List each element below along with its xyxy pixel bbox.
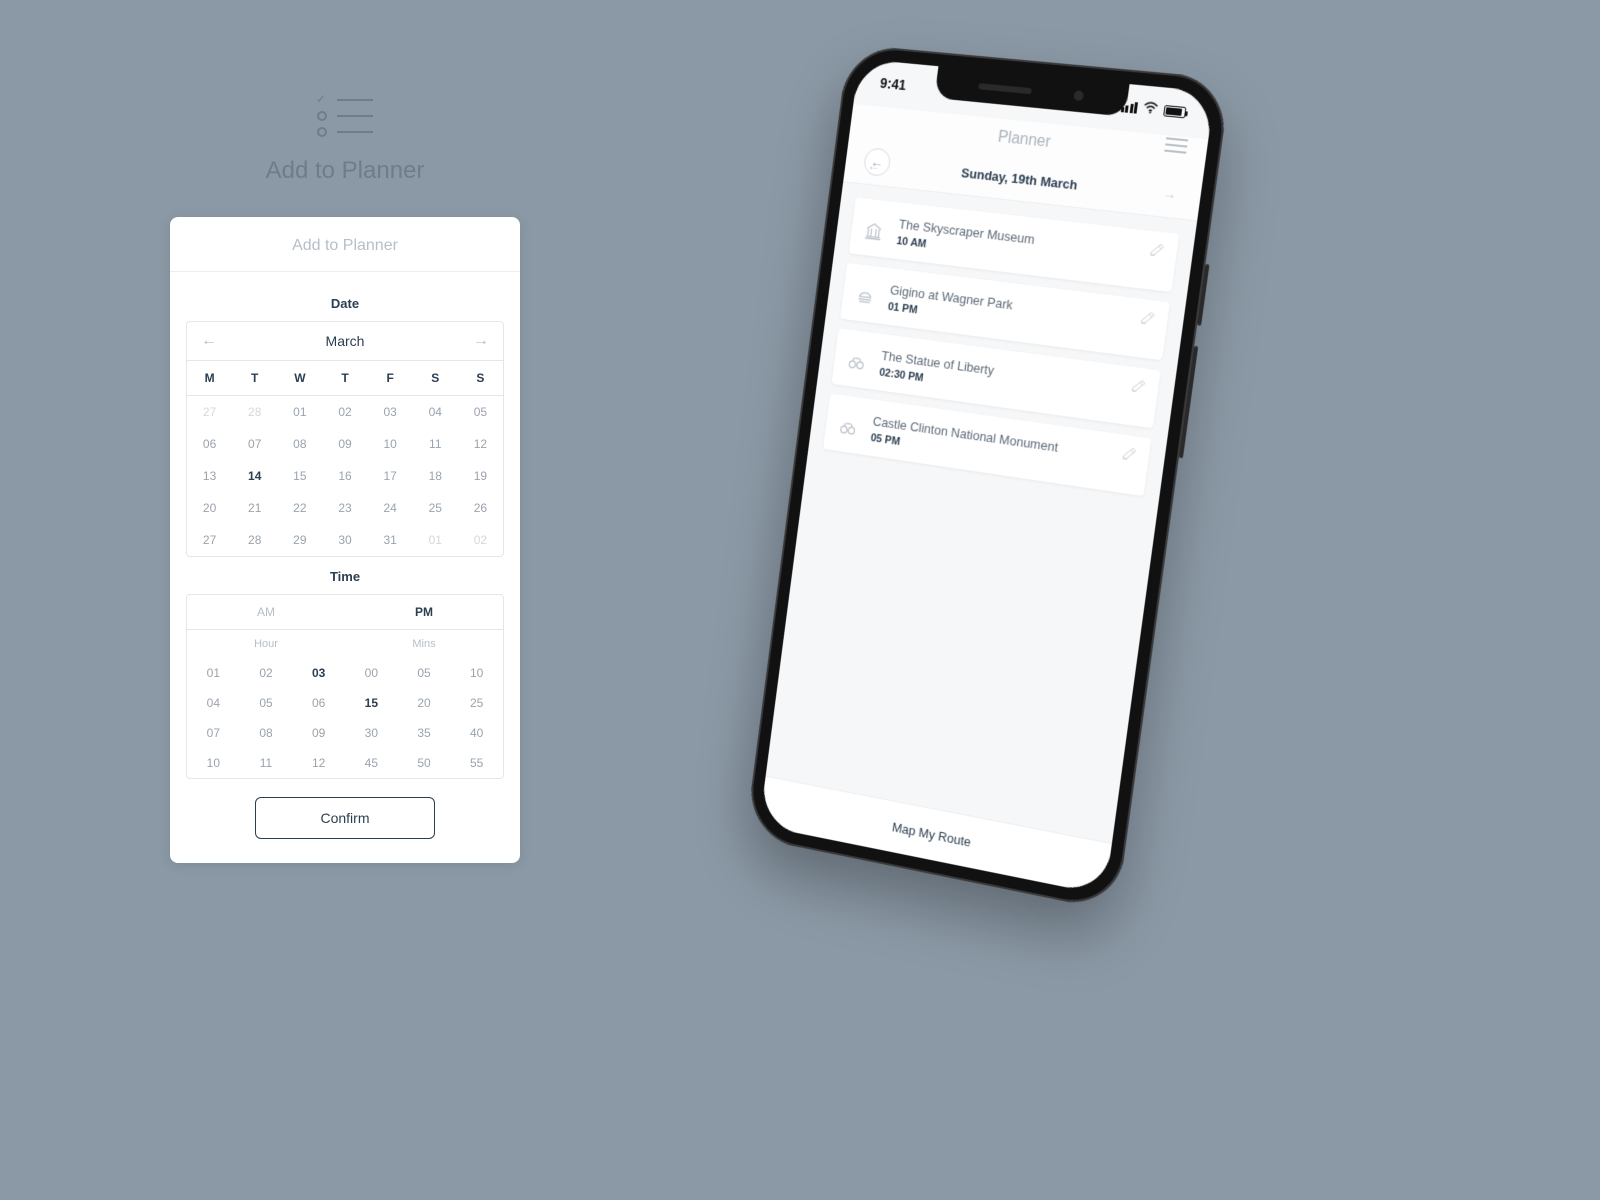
pm-toggle[interactable]: PM [345,595,503,629]
hour-option[interactable]: 12 [292,748,345,778]
weekday-label: T [322,361,367,395]
hour-option[interactable]: 03 [292,658,345,688]
calendar-day[interactable]: 08 [277,428,322,460]
date-section-label: Date [186,296,504,311]
weekday-label: F [368,361,413,395]
calendar-day[interactable]: 02 [322,396,367,428]
wifi-icon [1142,100,1159,117]
edit-button[interactable] [1147,241,1166,263]
calendar-day[interactable]: 21 [232,492,277,524]
calendar-day[interactable]: 12 [458,428,503,460]
calendar-day[interactable]: 28 [232,524,277,556]
hour-option[interactable]: 01 [187,658,240,688]
calendar-day[interactable]: 06 [187,428,232,460]
edit-button[interactable] [1138,309,1157,331]
calendar-day[interactable]: 05 [458,396,503,428]
calendar-day[interactable]: 04 [413,396,458,428]
calendar-day[interactable]: 27 [187,396,232,428]
weekday-label: M [187,361,232,395]
hour-option[interactable]: 08 [240,718,293,748]
hour-option[interactable]: 09 [292,718,345,748]
minute-option[interactable]: 10 [450,658,503,688]
calendar-day[interactable]: 13 [187,460,232,492]
museum-icon [863,220,885,247]
calendar-day[interactable]: 30 [322,524,367,556]
weekday-label: W [277,361,322,395]
weekday-label: S [413,361,458,395]
add-to-planner-card: Add to Planner Date ← March → MTWTFSS 27… [170,217,520,863]
binoculars-icon [837,417,858,444]
binoculars-icon [846,351,867,378]
food-icon [854,286,875,313]
hour-option[interactable]: 05 [240,688,293,718]
calendar-day[interactable]: 01 [413,524,458,556]
plan-list: The Skyscraper Museum10 AMGigino at Wagn… [766,182,1197,843]
calendar-day[interactable]: 07 [232,428,277,460]
calendar-day[interactable]: 26 [458,492,503,524]
month-label: March [326,333,365,349]
minute-option[interactable]: 40 [450,718,503,748]
weekday-row: MTWTFSS [187,361,503,396]
page-title: Add to Planner [170,157,520,185]
minute-option[interactable]: 35 [398,718,451,748]
calendar-day[interactable]: 28 [232,396,277,428]
calendar-day[interactable]: 01 [277,396,322,428]
calendar-day[interactable]: 15 [277,460,322,492]
calendar-day[interactable]: 25 [413,492,458,524]
calendar-day[interactable]: 22 [277,492,322,524]
hour-option[interactable]: 10 [187,748,240,778]
calendar-day[interactable]: 27 [187,524,232,556]
phone-frame: 9:41 Planner ← → ← Sunday [745,44,1231,912]
hour-label: Hour [187,630,345,658]
calendar-day[interactable]: 10 [368,428,413,460]
am-toggle[interactable]: AM [187,595,345,629]
minute-option[interactable]: 50 [398,748,451,778]
hour-option[interactable]: 02 [240,658,293,688]
minute-option[interactable]: 00 [345,658,398,688]
minute-option[interactable]: 55 [450,748,503,778]
calendar-day[interactable]: 16 [322,460,367,492]
calendar-day[interactable]: 19 [458,460,503,492]
menu-button[interactable] [1164,137,1188,154]
calendar-day[interactable]: 11 [413,428,458,460]
time-section-label: Time [186,569,504,584]
time-box: AM PM Hour 010203040506070809101112 Mins… [186,594,504,779]
calendar-day[interactable]: 17 [368,460,413,492]
calendar-day[interactable]: 14 [232,460,277,492]
calendar-day[interactable]: 02 [458,524,503,556]
calendar-day[interactable]: 24 [368,492,413,524]
mins-label: Mins [345,630,503,658]
minute-option[interactable]: 15 [345,688,398,718]
battery-icon [1163,104,1186,117]
next-month-button[interactable]: → [473,332,489,350]
minute-option[interactable]: 05 [398,658,451,688]
prev-month-button[interactable]: ← [201,332,217,350]
hour-option[interactable]: 04 [187,688,240,718]
card-title: Add to Planner [170,217,520,272]
minute-option[interactable]: 45 [345,748,398,778]
calendar-box: ← March → MTWTFSS 2728010203040506070809… [186,321,504,557]
calendar-day[interactable]: 29 [277,524,322,556]
hour-option[interactable]: 11 [240,748,293,778]
confirm-button[interactable]: Confirm [255,797,435,839]
edit-button[interactable] [1120,445,1138,467]
edit-button[interactable] [1129,377,1147,399]
calendar-day[interactable]: 31 [368,524,413,556]
minute-option[interactable]: 20 [398,688,451,718]
calendar-day[interactable]: 09 [322,428,367,460]
minute-option[interactable]: 25 [450,688,503,718]
calendar-day[interactable]: 03 [368,396,413,428]
prev-day-button[interactable]: ← [867,157,882,174]
minute-option[interactable]: 30 [345,718,398,748]
checklist-icon [170,95,520,137]
status-time: 9:41 [879,75,907,93]
hour-option[interactable]: 07 [187,718,240,748]
planner-date: Sunday, 19th March [960,165,1078,193]
weekday-label: T [232,361,277,395]
calendar-day[interactable]: 18 [413,460,458,492]
hour-option[interactable]: 06 [292,688,345,718]
calendar-day[interactable]: 20 [187,492,232,524]
weekday-label: S [458,361,503,395]
calendar-day[interactable]: 23 [322,492,367,524]
